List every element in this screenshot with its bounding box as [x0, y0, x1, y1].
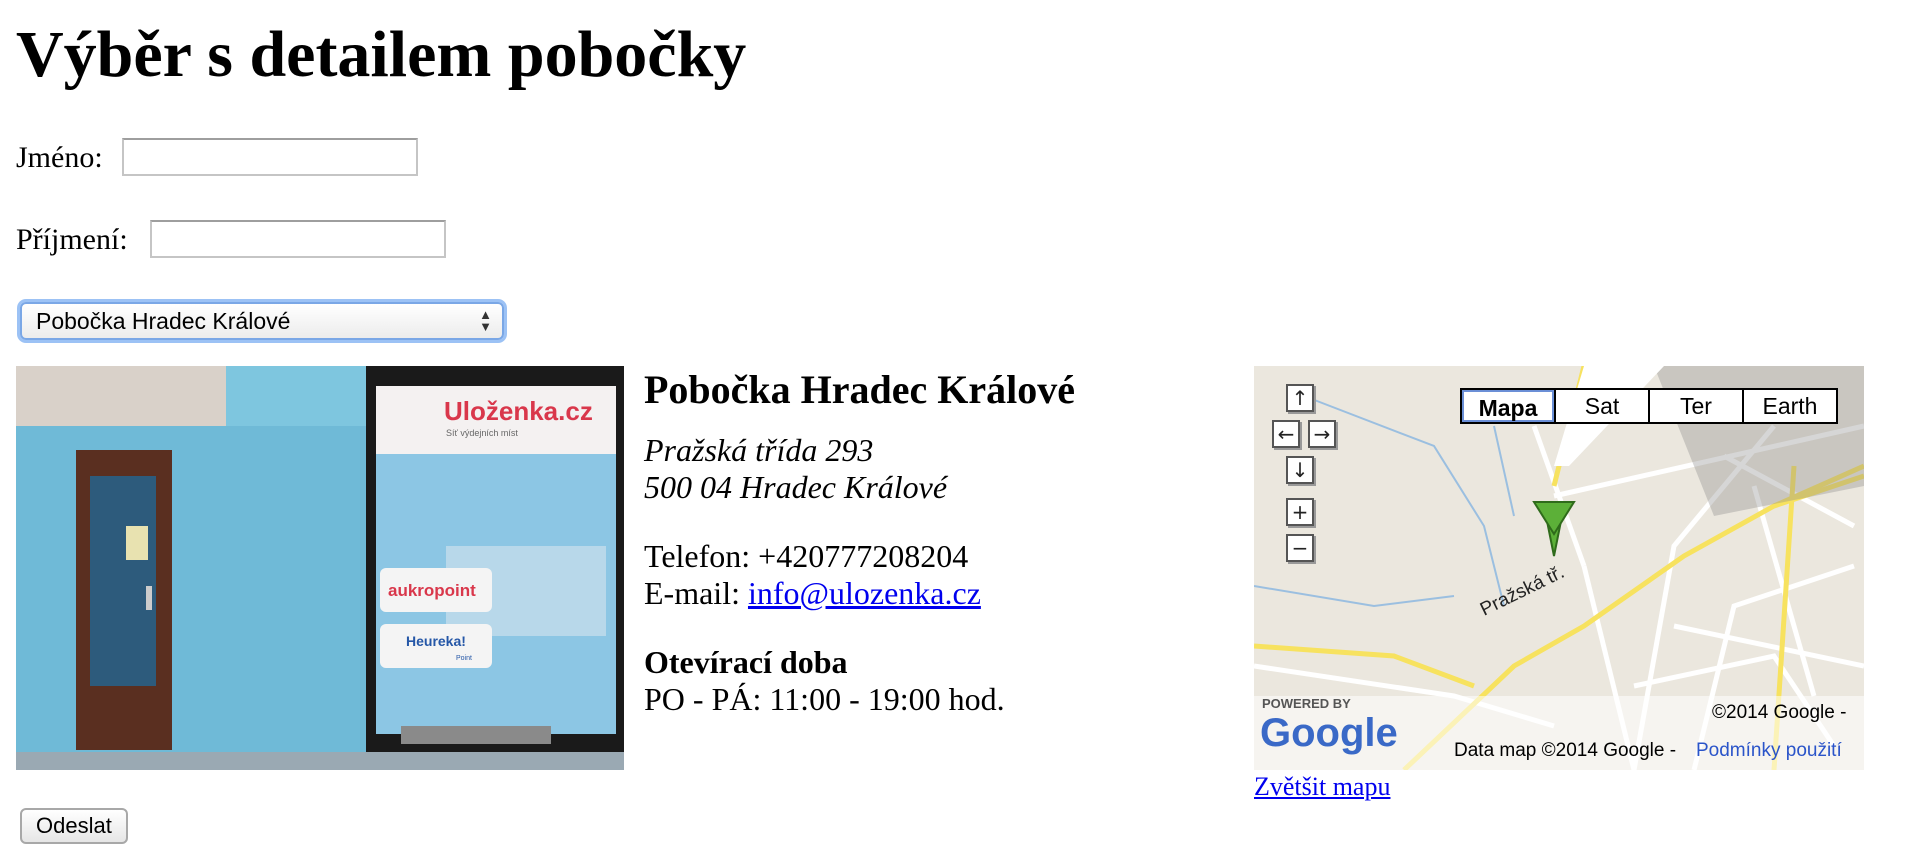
email-row: E-mail: info@ulozenka.cz	[644, 575, 1224, 612]
map-type-control: Mapa Sat Ter Earth	[1460, 388, 1838, 424]
zoom-out-icon[interactable]: −	[1286, 534, 1314, 562]
last-name-label: Příjmení:	[16, 223, 128, 256]
map-type-ter[interactable]: Ter	[1648, 390, 1742, 422]
branch-contact: Telefon: +420777208204 E-mail: info@uloz…	[644, 538, 1224, 612]
photo-sign-heureka-sub: Point	[456, 655, 472, 662]
hours-value: PO - PÁ: 11:00 - 19:00 hod.	[644, 681, 1005, 717]
phone-row: Telefon: +420777208204	[644, 538, 1224, 575]
address-line2: 500 04 Hradec Králové	[644, 469, 948, 505]
last-name-input[interactable]	[150, 220, 446, 258]
phone-value: +420777208204	[758, 538, 969, 574]
map-terms-link[interactable]: Podmínky použití	[1696, 740, 1842, 762]
branch-photo: Uloženka.cz Síť výdejních míst aukropoin…	[16, 366, 624, 770]
branch-select-value: Pobočka Hradec Králové	[36, 308, 291, 334]
branch-map[interactable]: Pražská tř. ↑ ← → ↓ + − POWERED BY Googl…	[1254, 366, 1864, 770]
hours-heading: Otevírací doba	[644, 644, 848, 680]
address-line1: Pražská třída 293	[644, 432, 874, 468]
map-type-sat[interactable]: Sat	[1554, 390, 1648, 422]
branch-detail: Pobočka Hradec Králové Pražská třída 293…	[644, 366, 1224, 718]
pan-up-icon[interactable]: ↑	[1286, 384, 1314, 412]
email-label: E-mail:	[644, 575, 740, 611]
page-title: Výběr s detailem pobočky	[16, 18, 747, 91]
map-type-earth[interactable]: Earth	[1742, 390, 1836, 422]
opening-hours: Otevírací doba PO - PÁ: 11:00 - 19:00 ho…	[644, 644, 1224, 718]
powered-by-label: POWERED BY	[1262, 696, 1351, 711]
branch-select[interactable]: Pobočka Hradec Králové ▲ ▼	[20, 302, 504, 340]
photo-sign-aukro: aukropoint	[388, 581, 476, 600]
pan-down-icon[interactable]: ↓	[1286, 456, 1314, 484]
pan-left-icon[interactable]: ←	[1272, 420, 1300, 448]
select-arrows-icon: ▲ ▼	[479, 307, 492, 334]
enlarge-map-link[interactable]: Zvětšit mapu	[1254, 772, 1390, 802]
map-copyright: ©2014 Google -	[1712, 702, 1847, 723]
pan-right-icon[interactable]: →	[1308, 420, 1336, 448]
map-type-mapa[interactable]: Mapa	[1462, 390, 1554, 422]
phone-label: Telefon:	[644, 538, 751, 574]
google-logo: Google	[1260, 711, 1398, 755]
submit-button[interactable]: Odeslat	[20, 808, 128, 844]
photo-sign-ulozenka-sub: Síť výdejních míst	[446, 428, 518, 438]
first-name-input[interactable]	[122, 138, 418, 176]
branch-address: Pražská třída 293 500 04 Hradec Králové	[644, 432, 1224, 506]
map-data-credit: Data map ©2014 Google -	[1454, 740, 1677, 761]
email-link[interactable]: info@ulozenka.cz	[748, 575, 981, 611]
zoom-in-icon[interactable]: +	[1286, 498, 1314, 526]
branch-name: Pobočka Hradec Králové	[644, 367, 1076, 412]
first-name-label: Jméno:	[16, 141, 103, 174]
photo-sign-ulozenka: Uloženka.cz	[444, 396, 593, 426]
photo-sign-heureka: Heureka!	[406, 633, 466, 649]
